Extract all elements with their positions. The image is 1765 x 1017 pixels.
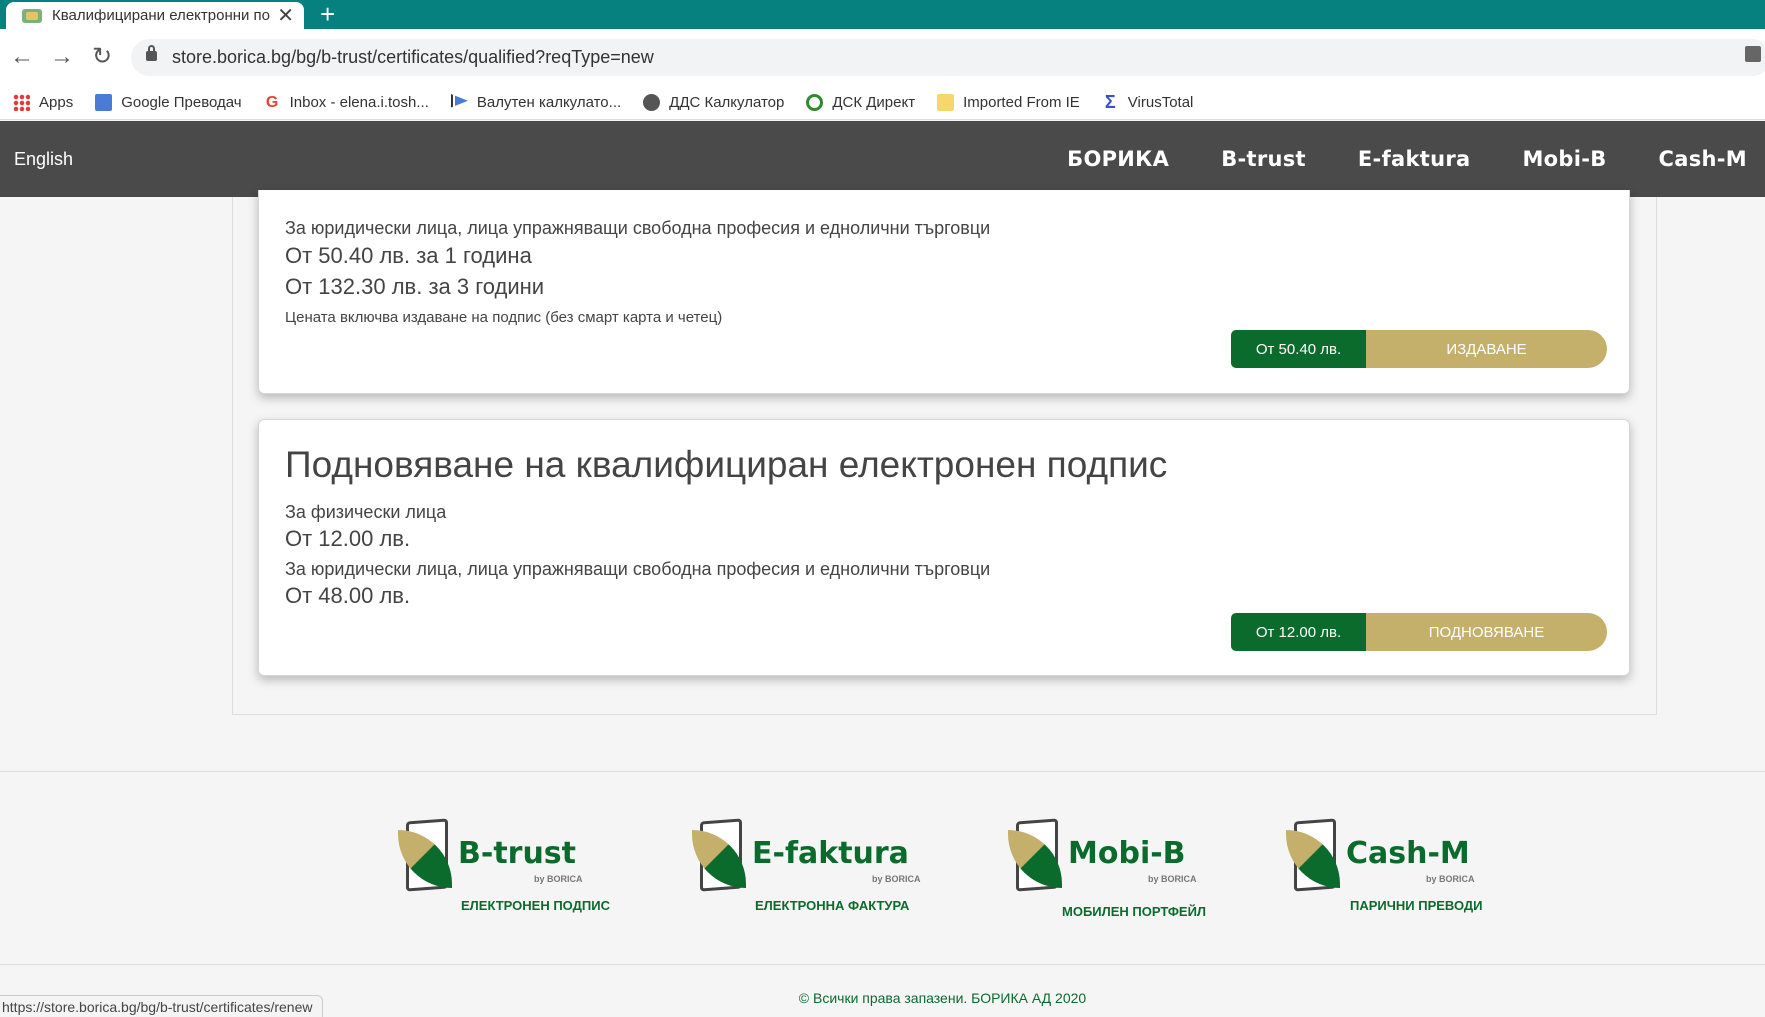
card-title: Подновяване на квалифициран електронен п… (285, 444, 1168, 485)
renew-price[interactable]: От 12.00 лв. (1231, 613, 1366, 651)
footer-product-cash-m[interactable]: Cash-M by BORICA ПАРИЧНИ ПРЕВОДИ (1286, 816, 1526, 926)
product-subtitle: ЕЛЕКТРОННА ФАКТУРА (755, 898, 910, 913)
e-faktura-logo-icon: E-faktura by BORICA (692, 816, 952, 896)
price-individuals: От 12.00 лв. (285, 526, 411, 551)
renew-certificate-card: Подновяване на квалифициран електронен п… (258, 419, 1630, 676)
issue-label[interactable]: ИЗДАВАНЕ (1366, 330, 1607, 368)
lock-icon[interactable] (146, 45, 157, 61)
product-subtitle: ЕЛЕКТРОНЕН ПОДПИС (461, 898, 610, 913)
bookmark-dsk[interactable]: ДСК Директ (806, 94, 915, 111)
renew-label[interactable]: ПОДНОВЯВАНЕ (1366, 613, 1607, 651)
borica-favicon-icon (22, 8, 42, 23)
folder-icon (937, 94, 955, 111)
bookmark-imported[interactable]: Imported From IE (937, 94, 1080, 111)
product-subtitle: ПАРИЧНИ ПРЕВОДИ (1350, 898, 1483, 913)
sigma-icon: Σ (1104, 92, 1116, 112)
translate-icon[interactable] (1745, 46, 1761, 62)
link-status-bar: https://store.borica.bg/bg/b-trust/certi… (0, 995, 324, 1017)
bookmark-apps[interactable]: Apps (13, 94, 73, 111)
browser-tab[interactable]: Квалифицирани електронни по ✕ (6, 2, 304, 29)
dsk-icon (806, 94, 824, 111)
issue-price[interactable]: От 50.40 лв. (1231, 330, 1366, 368)
footer: B-trust by BORICA ЕЛЕКТРОНЕН ПОДПИС E-fa… (0, 771, 1765, 965)
apps-grid-icon (13, 94, 30, 111)
nav-borica[interactable]: БОРИКА (1067, 147, 1169, 171)
tab-title: Квалифицирани електронни по (52, 7, 271, 24)
bookmark-google-translate[interactable]: Google Преводач (95, 94, 242, 111)
issue-button[interactable]: От 50.40 лв. ИЗДАВАНЕ (1231, 330, 1607, 368)
bookmark-inbox[interactable]: G Inbox - elena.i.tosh... (264, 94, 429, 111)
browser-toolbar: ← → ↻ store.borica.bg/bg/b-trust/certifi… (0, 29, 1765, 86)
back-arrow-icon[interactable]: ← (8, 43, 36, 71)
footer-product-mobi-b[interactable]: Mobi-B by BORICA МОБИЛЕН ПОРТФЕЙЛ (1008, 816, 1248, 932)
cash-m-logo-icon: Cash-M by BORICA (1286, 816, 1526, 896)
footer-product-b-trust[interactable]: B-trust by BORICA ЕЛЕКТРОНЕН ПОДПИС (398, 816, 628, 926)
flag-icon (450, 94, 468, 108)
issue-certificate-card: За юридически лица, лица упражняващи сво… (258, 190, 1630, 394)
bookmark-vat[interactable]: ДДС Калкулатор (643, 94, 784, 111)
globe-icon (643, 94, 661, 111)
price-one-year: От 50.40 лв. за 1 година (285, 243, 532, 268)
nav-e-faktura[interactable]: E-faktura (1358, 147, 1471, 171)
price-three-years: От 132.30 лв. за 3 години (285, 274, 545, 299)
bookmark-currency[interactable]: Валутен калкулато... (450, 94, 621, 111)
nav-mobi-b[interactable]: Mobi-B (1522, 147, 1606, 171)
browser-tab-strip: Квалифицирани електронни по ✕ + (0, 0, 1765, 29)
forward-arrow-icon[interactable]: → (48, 43, 76, 71)
product-subtitle: МОБИЛЕН ПОРТФЕЙЛ (1062, 904, 1207, 919)
brand-nav: БОРИКА B-trust E-faktura Mobi-B Cash-M (1015, 121, 1747, 197)
google-icon: G (265, 94, 279, 111)
legal-entities-text: За юридически лица, лица упражняващи сво… (285, 559, 991, 579)
price-note: Цената включва издаване на подпис (без с… (285, 309, 723, 326)
b-trust-logo-icon: B-trust by BORICA (398, 816, 628, 896)
bookmark-virustotal[interactable]: Σ VirusTotal (1102, 92, 1194, 112)
nav-b-trust[interactable]: B-trust (1221, 147, 1306, 171)
url-text[interactable]: store.borica.bg/bg/b-trust/certificates/… (172, 39, 654, 76)
reload-icon[interactable]: ↻ (88, 43, 116, 71)
new-tab-button[interactable]: + (320, 0, 335, 29)
price-legal: От 48.00 лв. (285, 583, 411, 608)
footer-product-e-faktura[interactable]: E-faktura by BORICA ЕЛЕКТРОННА ФАКТУРА (692, 816, 952, 926)
bookmarks-bar: Apps Google Преводач G Inbox - elena.i.to… (0, 86, 1765, 120)
language-switch-link[interactable]: English (14, 121, 73, 197)
site-header: English БОРИКА B-trust E-faktura Mobi-B … (0, 121, 1765, 197)
renew-button[interactable]: От 12.00 лв. ПОДНОВЯВАНЕ (1231, 613, 1607, 651)
mobi-b-logo-icon: Mobi-B by BORICA (1008, 816, 1248, 896)
individuals-text: За физически лица (285, 502, 447, 522)
google-translate-icon (95, 94, 113, 111)
close-icon[interactable]: ✕ (277, 3, 294, 28)
nav-cash-m[interactable]: Cash-M (1659, 147, 1747, 171)
legal-entities-text: За юридически лица, лица упражняващи сво… (285, 218, 991, 238)
address-bar[interactable]: store.borica.bg/bg/b-trust/certificates/… (131, 39, 1765, 76)
